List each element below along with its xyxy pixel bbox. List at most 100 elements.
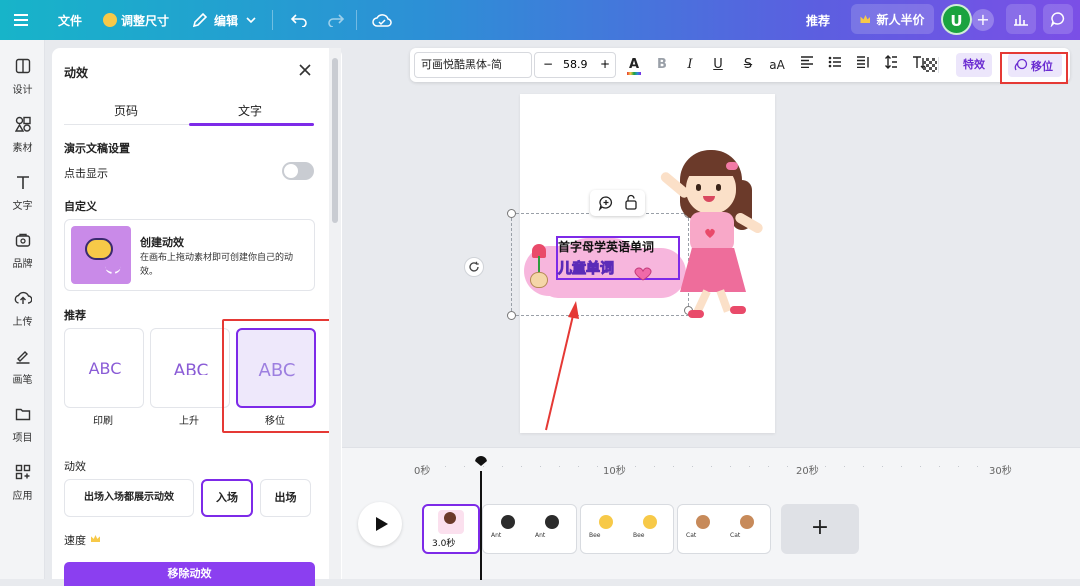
clip-word: Bee bbox=[633, 532, 645, 539]
avatar[interactable]: U bbox=[941, 4, 972, 35]
undo-icon[interactable] bbox=[290, 0, 308, 40]
time-tick: 10秒 bbox=[603, 466, 626, 477]
rotate-icon[interactable] bbox=[464, 257, 484, 277]
rail-item-design[interactable]: 设计 bbox=[0, 58, 45, 104]
effect-print[interactable]: ABC bbox=[64, 328, 144, 408]
rail-item-elements[interactable]: 素材 bbox=[0, 116, 45, 162]
play-button[interactable] bbox=[358, 502, 402, 546]
rail-label: 应用 bbox=[12, 491, 33, 502]
underline-button[interactable]: U bbox=[710, 55, 726, 75]
effect-rise[interactable]: ABC bbox=[150, 328, 230, 408]
line-height-icon[interactable] bbox=[882, 55, 900, 75]
timeline-clip[interactable]: Cat Cat bbox=[677, 504, 771, 554]
both-in-out-button[interactable]: 出场入场都展示动效 bbox=[64, 479, 194, 517]
edit-label: 编辑 bbox=[214, 13, 239, 28]
exit-button[interactable]: 出场 bbox=[260, 479, 311, 517]
crown-icon bbox=[860, 15, 871, 23]
hamburger-menu-icon[interactable] bbox=[14, 0, 30, 40]
italic-button[interactable]: I bbox=[682, 55, 698, 75]
file-menu[interactable]: 文件 bbox=[58, 0, 82, 40]
transparency-icon[interactable] bbox=[922, 55, 938, 75]
resize-handle[interactable] bbox=[507, 311, 516, 320]
edit-menu[interactable]: 编辑 bbox=[192, 0, 256, 40]
crown-icon bbox=[103, 13, 117, 27]
add-page-button[interactable]: + bbox=[781, 504, 859, 554]
font-size-stepper[interactable]: − 58.9 + bbox=[534, 52, 616, 78]
letter-case-button[interactable]: aA bbox=[766, 55, 788, 75]
close-icon[interactable] bbox=[298, 62, 312, 81]
layout-icon bbox=[0, 58, 45, 80]
unlock-icon[interactable] bbox=[624, 194, 638, 210]
rail-item-upload[interactable]: 上传 bbox=[0, 290, 45, 336]
timeline-clip[interactable]: Ant Ant bbox=[482, 504, 577, 554]
annotation-arrow-icon bbox=[545, 301, 579, 431]
remove-animation-button[interactable]: 移除动效 bbox=[64, 562, 315, 586]
title-line-1[interactable]: 首字母学英语单词 bbox=[558, 238, 654, 255]
resize-button[interactable]: 调整尺寸 bbox=[103, 0, 169, 40]
folder-icon bbox=[0, 406, 45, 428]
increase-size-button[interactable]: + bbox=[600, 57, 610, 71]
crown-icon bbox=[91, 535, 100, 542]
list-spacing-icon[interactable] bbox=[854, 55, 872, 75]
recommend-button[interactable]: 推荐 bbox=[806, 0, 830, 40]
top-bar: 文件 调整尺寸 编辑 推荐 新人半价 U + bbox=[0, 0, 1080, 40]
add-collaborator-icon[interactable]: + bbox=[972, 9, 994, 31]
create-animation-card[interactable]: 创建动效 在画布上拖动素材即可创建你自己的动效。 bbox=[64, 219, 315, 291]
rail-label: 项目 bbox=[12, 433, 33, 444]
left-rail: 设计 素材 文字 品牌 上传 画笔 项目 应用 bbox=[0, 40, 45, 579]
custom-heading: 自定义 bbox=[64, 200, 97, 213]
resize-handle[interactable] bbox=[507, 209, 516, 218]
title-line-2[interactable]: 儿童单词 bbox=[558, 258, 615, 278]
create-animation-title: 创建动效 bbox=[140, 236, 184, 249]
list-icon[interactable] bbox=[826, 55, 844, 75]
rail-item-projects[interactable]: 项目 bbox=[0, 406, 45, 452]
rail-label: 素材 bbox=[12, 143, 33, 154]
bold-button[interactable]: B bbox=[654, 55, 670, 75]
comment-plus-icon[interactable] bbox=[598, 195, 614, 211]
chevron-down-icon bbox=[246, 17, 256, 24]
text-toolbar: 可画悦酷黑体-简 − 58.9 + A B I U S aA 特效 移位 bbox=[410, 48, 1070, 84]
elements-icon bbox=[0, 116, 45, 138]
text-color-icon[interactable]: A bbox=[624, 55, 644, 75]
comment-icon[interactable] bbox=[1043, 4, 1073, 34]
click-show-toggle[interactable] bbox=[282, 162, 314, 180]
analytics-icon[interactable] bbox=[1006, 4, 1036, 34]
timeline-ruler bbox=[426, 466, 996, 467]
tab-page[interactable]: 页码 bbox=[114, 102, 138, 119]
rail-label: 设计 bbox=[12, 85, 33, 96]
rail-label: 品牌 bbox=[12, 259, 33, 270]
enter-button[interactable]: 入场 bbox=[201, 479, 253, 517]
strikethrough-button[interactable]: S bbox=[740, 55, 756, 75]
cloud-saved-icon[interactable] bbox=[372, 0, 392, 40]
rail-item-text[interactable]: 文字 bbox=[0, 174, 45, 220]
clip-word: Ant bbox=[535, 532, 546, 539]
playhead-handle-icon[interactable] bbox=[475, 456, 487, 466]
tulip-hand-icon bbox=[526, 244, 552, 292]
rail-item-draw[interactable]: 画笔 bbox=[0, 348, 45, 394]
apps-icon bbox=[0, 464, 45, 486]
panel-scrollbar[interactable] bbox=[329, 48, 341, 579]
animation-panel: 动效 页码 文字 演示文稿设置 点击显示 自定义 创建动效 在画布上拖动素材即可… bbox=[52, 48, 342, 586]
time-tick: 30秒 bbox=[989, 466, 1012, 477]
girl-illustration[interactable] bbox=[650, 150, 770, 325]
timeline-clip[interactable]: Bee Bee bbox=[580, 504, 674, 554]
font-family-select[interactable]: 可画悦酷黑体-简 bbox=[414, 52, 532, 78]
rail-item-brand[interactable]: 品牌 bbox=[0, 232, 45, 278]
pencil-icon bbox=[192, 12, 208, 28]
speed-label: 速度 bbox=[64, 534, 86, 547]
tab-active-indicator bbox=[189, 123, 314, 126]
clip-duration: 3.0秒 bbox=[432, 539, 456, 549]
new-user-offer-button[interactable]: 新人半价 bbox=[851, 4, 934, 34]
align-left-icon[interactable] bbox=[798, 55, 816, 75]
rail-item-apps[interactable]: 应用 bbox=[0, 464, 45, 510]
font-size-value[interactable]: 58.9 bbox=[563, 58, 588, 71]
decrease-size-button[interactable]: − bbox=[543, 57, 553, 71]
timeline-clip-active[interactable]: 3.0秒 bbox=[422, 504, 480, 554]
new-user-offer-label: 新人半价 bbox=[876, 12, 925, 27]
pen-icon bbox=[0, 348, 45, 370]
selected-effect-highlight bbox=[222, 319, 334, 433]
effects-button[interactable]: 特效 bbox=[956, 53, 992, 77]
tab-text[interactable]: 文字 bbox=[238, 102, 262, 119]
redo-icon[interactable] bbox=[327, 0, 345, 40]
effect-preview: ABC bbox=[173, 361, 209, 375]
